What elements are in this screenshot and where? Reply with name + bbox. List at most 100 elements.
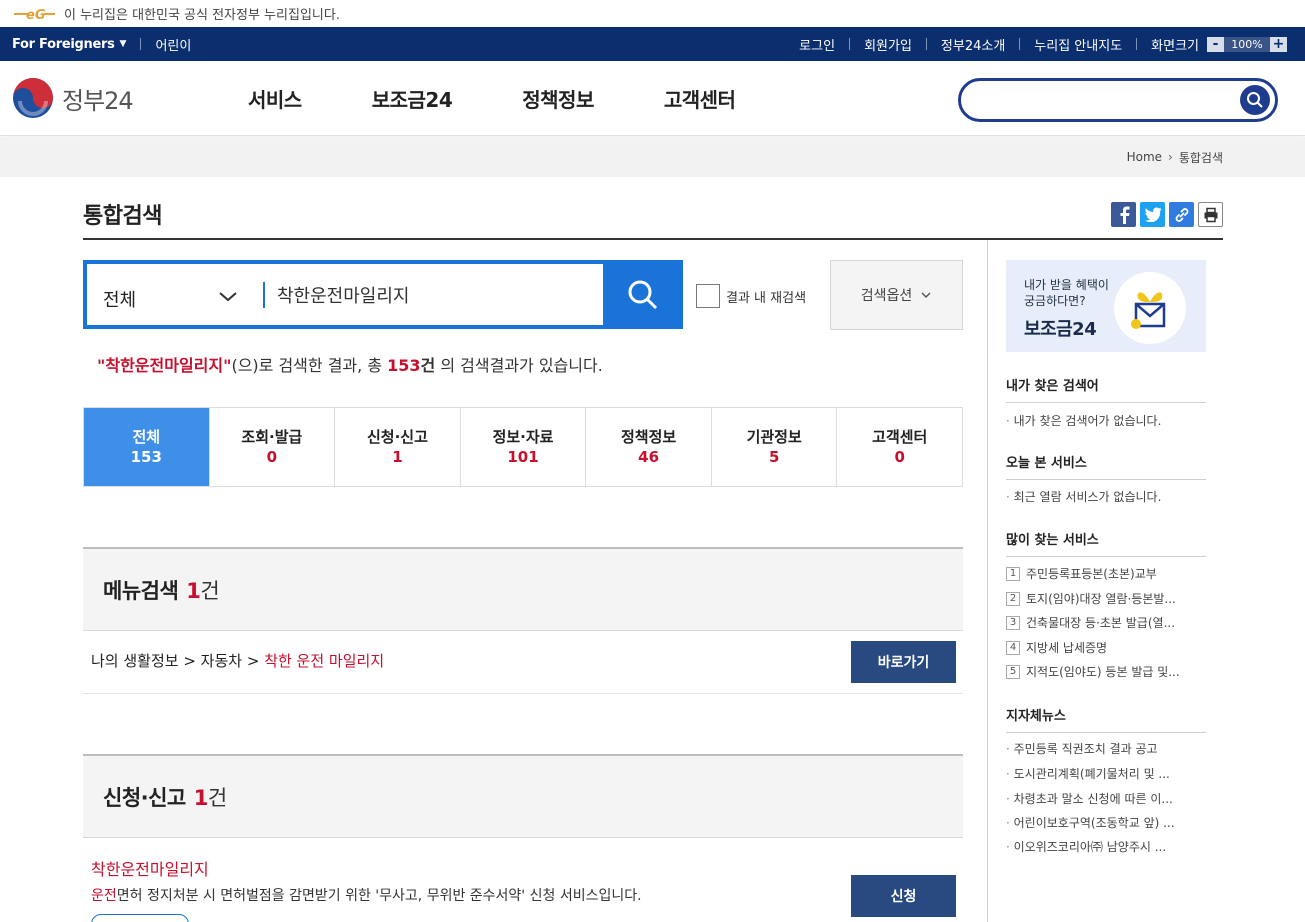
go-direct-button[interactable]: 바로가기 [851, 641, 956, 683]
copy-link-button[interactable] [1169, 202, 1194, 227]
header-search-input[interactable] [977, 87, 1227, 113]
header-search-box [958, 78, 1278, 122]
section-count: 1 [193, 786, 209, 810]
caret-down-icon: ▼ [119, 39, 127, 49]
sitemap-link[interactable]: 누리집 안내지도 [1034, 35, 1122, 54]
tab-count: 0 [266, 448, 278, 466]
facebook-share-button[interactable] [1111, 202, 1136, 227]
header-search-button[interactable] [1240, 85, 1270, 115]
taegeuk-logo-icon [13, 78, 53, 118]
page-title: 통합검색 [83, 204, 162, 229]
main-search-box: 전체 [83, 260, 683, 329]
news-item[interactable]: 이오위즈코리아㈜ 남양주시 ... [1006, 838, 1206, 855]
gnb-customer-center[interactable]: 고객센터 [664, 84, 736, 113]
section-title-text: 신청·신고 [103, 786, 186, 810]
summary-count: 153 [387, 356, 421, 375]
logo-text: 정부24 [62, 86, 134, 115]
tab-all[interactable]: 전체 153 [84, 408, 210, 486]
official-notice-bar: eG 이 누리집은 대한민국 공식 전자정부 누리집입니다. [0, 0, 1305, 27]
tab-label: 조회·발급 [241, 428, 303, 446]
divider [140, 38, 142, 50]
research-label: 결과 내 재검색 [726, 290, 807, 306]
zoom-value: 100% [1231, 37, 1263, 51]
gnb-services[interactable]: 서비스 [248, 84, 302, 113]
search-icon [1247, 92, 1263, 108]
popular-item[interactable]: 2 토지(임야)대장 열람·등본발... [1006, 590, 1206, 607]
research-checkbox[interactable] [696, 284, 720, 308]
item-tag-pill [91, 914, 189, 922]
banner-copy: 내가 받을 혜택이 궁금하다면? [1024, 277, 1109, 309]
tab-customer-center[interactable]: 고객센터 0 [837, 408, 963, 486]
tab-label: 정책정보 [621, 428, 677, 446]
about-link[interactable]: 정부24소개 [941, 35, 1005, 54]
chevron-down-icon[interactable] [217, 285, 239, 307]
apply-button[interactable]: 신청 [851, 875, 956, 917]
tab-count: 153 [130, 448, 162, 466]
print-icon [1204, 207, 1217, 222]
news-item[interactable]: 차령초과 말소 신청에 따른 이... [1006, 790, 1206, 807]
tab-policy-info[interactable]: 정책정보 46 [586, 408, 712, 486]
gnb-policy[interactable]: 정책정보 [522, 84, 594, 113]
tab-apply-report[interactable]: 신청·신고 1 [335, 408, 461, 486]
banner-line1: 내가 받을 혜택이 [1024, 278, 1109, 292]
link-icon [1175, 207, 1188, 222]
search-options-button[interactable]: 검색옵션 [830, 260, 963, 330]
menu-path[interactable]: 나의 생활정보 > 자동차 > 착한 운전 마일리지 [91, 650, 384, 671]
signup-link[interactable]: 회원가입 [864, 35, 912, 54]
subsidy24-banner[interactable]: 내가 받을 혜택이 궁금하다면? 보조금24 [1006, 260, 1206, 352]
zoom-control: - 100% + [1207, 36, 1287, 52]
desc-highlight: 운전 [91, 888, 117, 904]
popular-item-label: 지방세 납세증명 [1026, 641, 1108, 655]
tab-label: 신청·신고 [366, 428, 428, 446]
gift-box-icon [1114, 272, 1186, 344]
search-icon [628, 280, 658, 309]
popular-item[interactable]: 3 건축물대장 등·초본 발급(열... [1006, 614, 1206, 631]
desc-rest: 면허 정지처분 시 면허벌점을 감면받기 위한 '무사고, 무위반 준수서약' … [116, 888, 642, 904]
divider [1019, 38, 1021, 50]
zoom-in-button[interactable]: + [1270, 36, 1287, 52]
breadcrumb-home[interactable]: Home [1127, 150, 1162, 164]
rank-number: 4 [1006, 640, 1020, 655]
tab-label: 정보·자료 [492, 428, 554, 446]
news-item[interactable]: 주민등록 직권조치 결과 공고 [1006, 740, 1206, 757]
rank-number: 3 [1006, 615, 1020, 630]
chevron-right-icon: › [1168, 150, 1173, 164]
tab-agency-info[interactable]: 기관정보 5 [711, 408, 838, 486]
apply-result-row: 착한운전마일리지 운전면허 정지처분 시 면허벌점을 감면받기 위한 '무사고,… [83, 838, 963, 922]
twitter-icon [1144, 207, 1161, 222]
popular-services-title: 많이 찾는 서비스 [1006, 529, 1206, 557]
section-title: 메뉴검색 1건 [103, 575, 220, 605]
apply-item-title[interactable]: 착한운전마일리지 [91, 856, 209, 880]
twitter-share-button[interactable] [1140, 202, 1165, 227]
tab-lookup-issue[interactable]: 조회·발급 0 [209, 408, 336, 486]
popular-item-label: 건축물대장 등·초본 발급(열... [1026, 616, 1176, 630]
research-in-results: 결과 내 재검색 [696, 284, 806, 308]
news-item[interactable]: 어린이보호구역(조동학교 앞) ... [1006, 814, 1206, 831]
popular-item[interactable]: 1 주민등록표등본(초본)교부 [1006, 565, 1206, 582]
zoom-out-button[interactable]: - [1207, 36, 1224, 52]
main-search-button[interactable] [603, 260, 683, 329]
news-item[interactable]: 도시관리계획(폐기물처리 및 ... [1006, 765, 1206, 782]
apply-section-header: 신청·신고 1건 [83, 754, 963, 838]
gnb-subsidy24[interactable]: 보조금24 [372, 84, 453, 113]
my-keywords-empty: 내가 찾은 검색어가 없습니다. [1006, 412, 1162, 429]
menu-path-highlight: 착한 운전 마일리지 [264, 652, 385, 670]
rank-number: 2 [1006, 591, 1020, 606]
search-query-input[interactable] [277, 282, 597, 308]
popular-item[interactable]: 5 지적도(임야도) 등본 발급 및... [1006, 663, 1206, 680]
for-foreigners-link[interactable]: For Foreigners [12, 37, 115, 52]
print-button[interactable] [1198, 202, 1223, 227]
search-scope-select[interactable]: 전체 [103, 286, 136, 312]
tab-info-data[interactable]: 정보·자료 101 [460, 408, 587, 486]
section-unit: 건 [200, 579, 220, 603]
popular-item[interactable]: 4 지방세 납세증명 [1006, 639, 1206, 656]
banner-brand: 보조금24 [1024, 319, 1097, 340]
breadcrumb-current: 통합검색 [1178, 150, 1223, 165]
tab-label: 전체 [132, 428, 161, 446]
main-header: 정부24 서비스 보조금24 정책정보 고객센터 [0, 61, 1305, 136]
site-logo[interactable]: 정부24 [12, 77, 134, 119]
login-link[interactable]: 로그인 [799, 35, 835, 54]
utility-bar: For Foreigners ▼ 어린이 로그인 회원가입 정부24소개 누리집… [0, 27, 1305, 61]
kids-link[interactable]: 어린이 [155, 35, 191, 54]
divider [925, 38, 927, 50]
